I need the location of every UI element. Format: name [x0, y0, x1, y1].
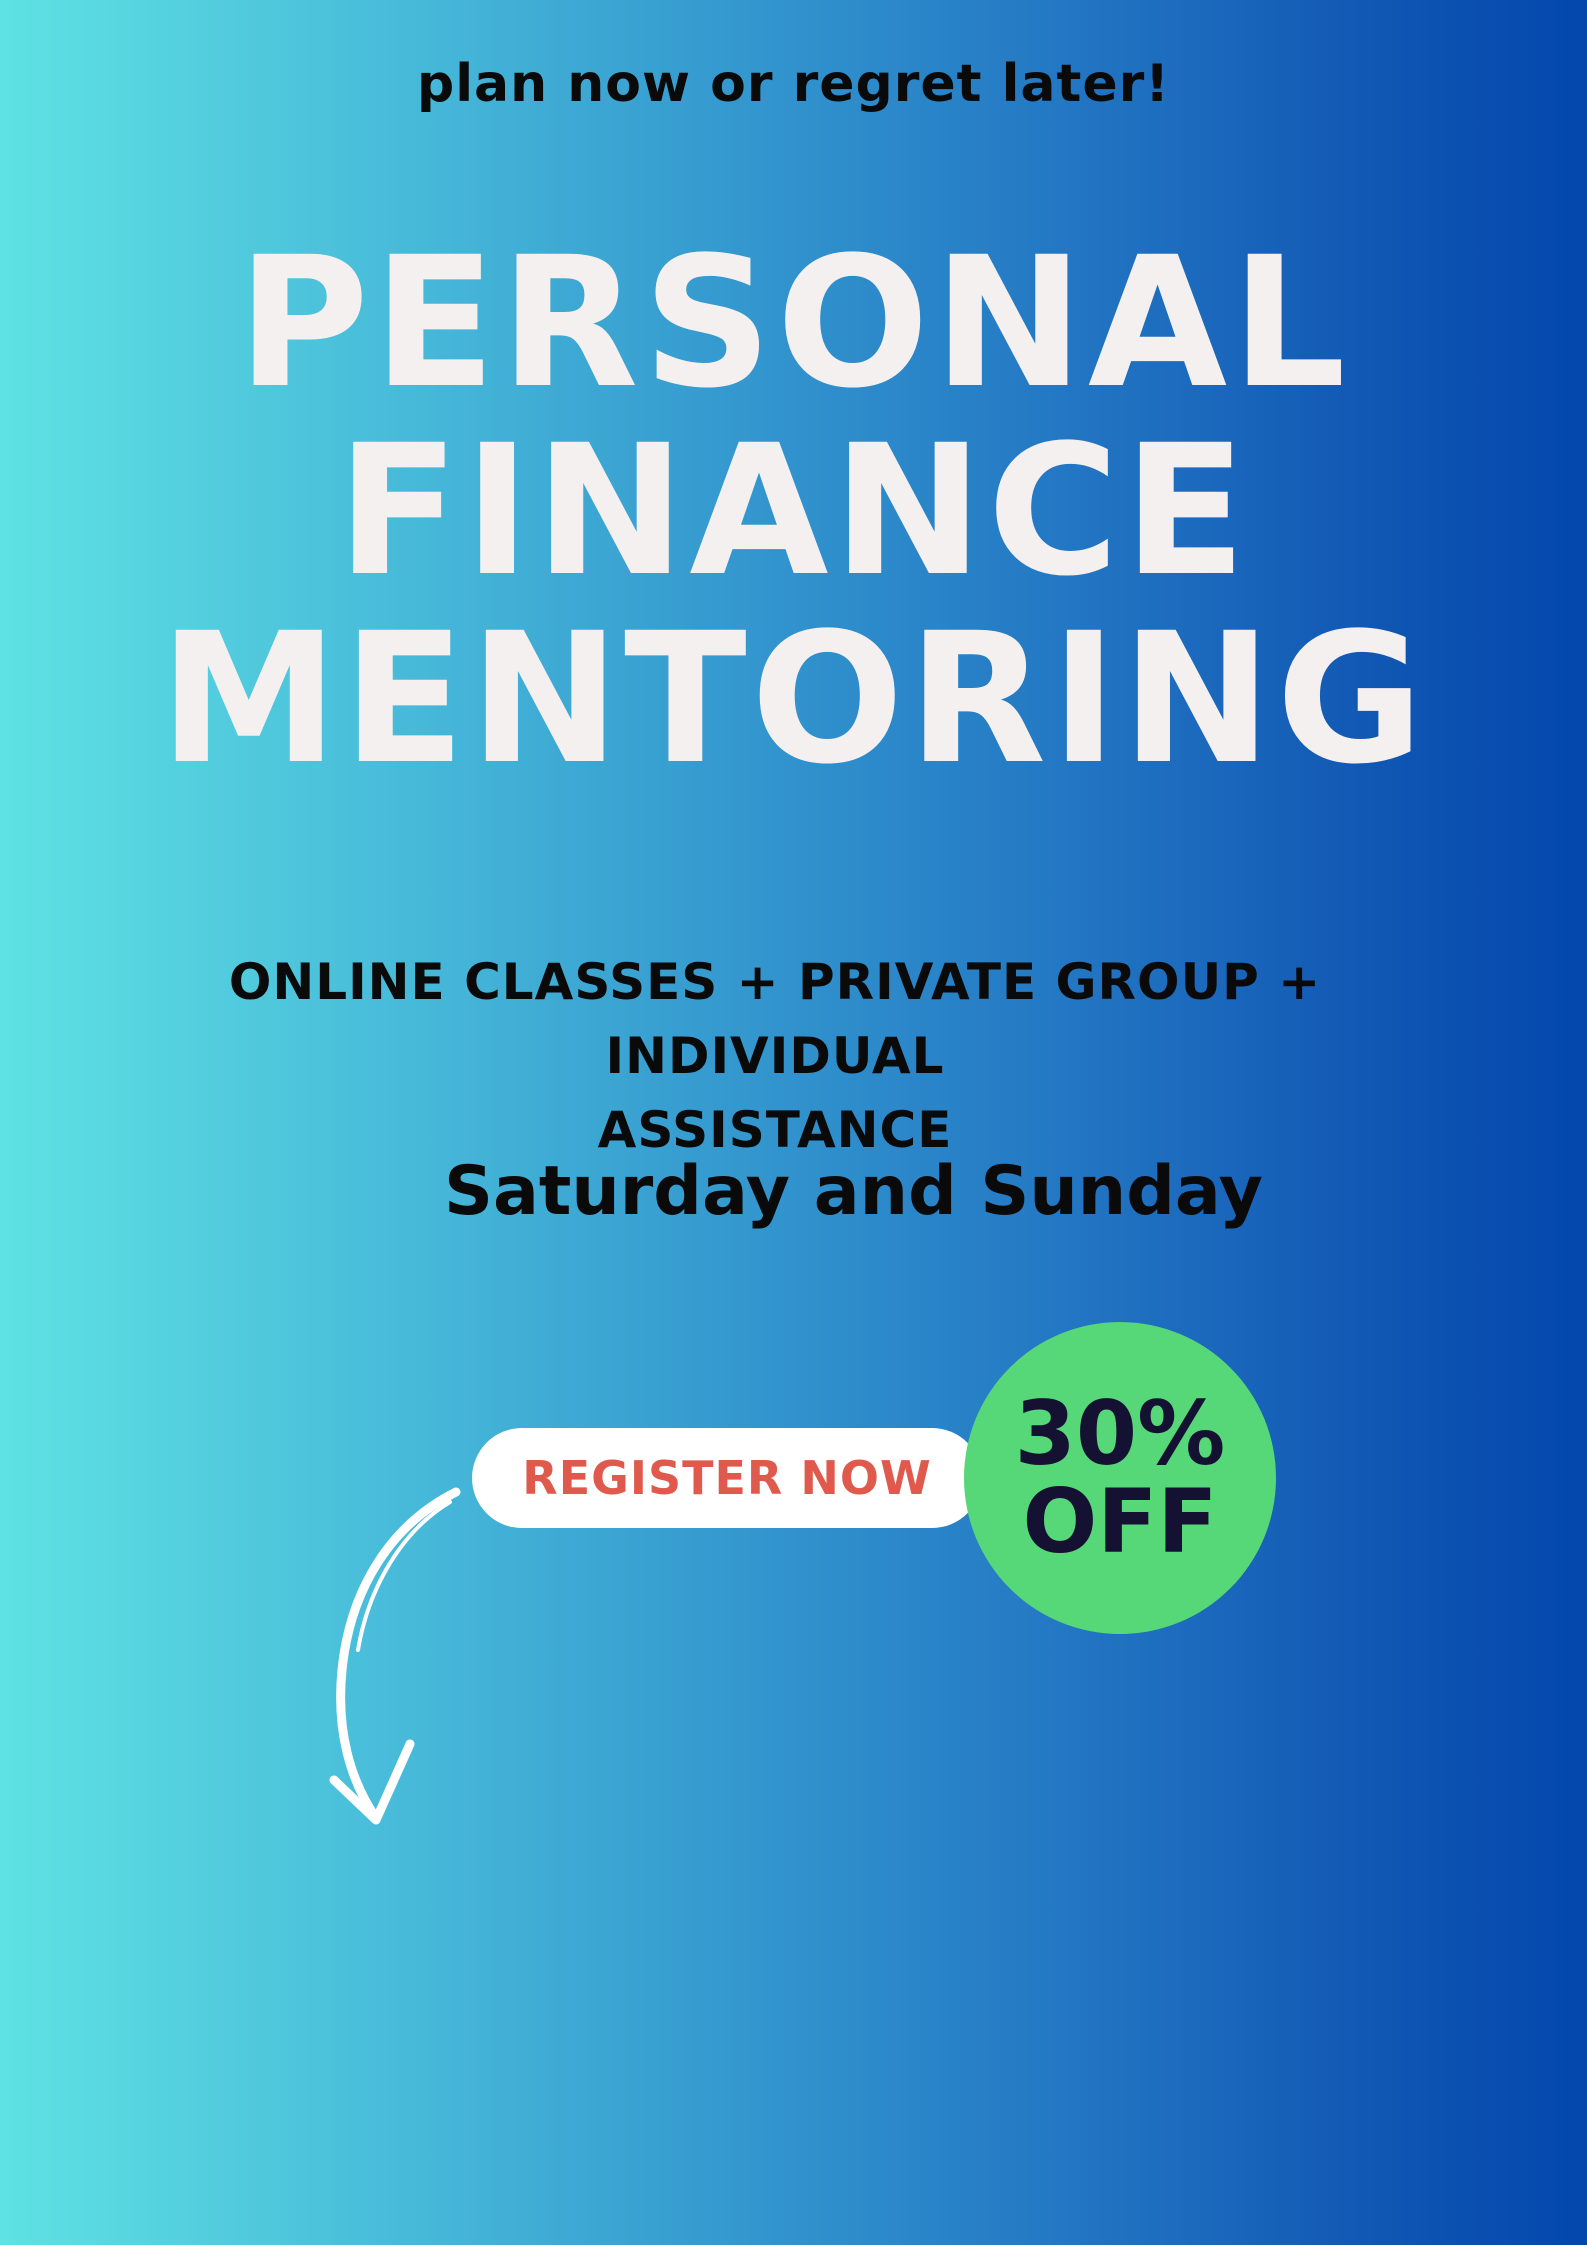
features-line-1: ONLINE CLASSES + PRIVATE GROUP + INDIVID… — [228, 953, 1322, 1085]
headline: PERSONAL FINANCE MENTORING — [0, 230, 1587, 794]
schedule-text: Saturday and Sunday — [443, 1152, 1264, 1231]
flyer-page: plan now or regret later! PERSONAL FINAN… — [0, 0, 1587, 2245]
register-now-button[interactable]: REGISTER NOW — [472, 1428, 982, 1528]
discount-percent: 30% — [1014, 1382, 1226, 1485]
discount-badge: 30% OFF — [964, 1322, 1276, 1634]
discount-off: OFF — [1022, 1470, 1218, 1573]
headline-line-2: FINANCE — [336, 407, 1251, 616]
register-now-label: REGISTER NOW — [522, 1451, 932, 1505]
headline-line-1: PERSONAL — [237, 219, 1350, 428]
curved-arrow-down-icon — [329, 1487, 461, 1825]
headline-line-3: MENTORING — [159, 595, 1428, 804]
schedule: Saturday and Sunday — [0, 1152, 1587, 1231]
features-text: ONLINE CLASSES + PRIVATE GROUP + INDIVID… — [60, 945, 1490, 1167]
tagline: plan now or regret later! — [416, 54, 1171, 114]
